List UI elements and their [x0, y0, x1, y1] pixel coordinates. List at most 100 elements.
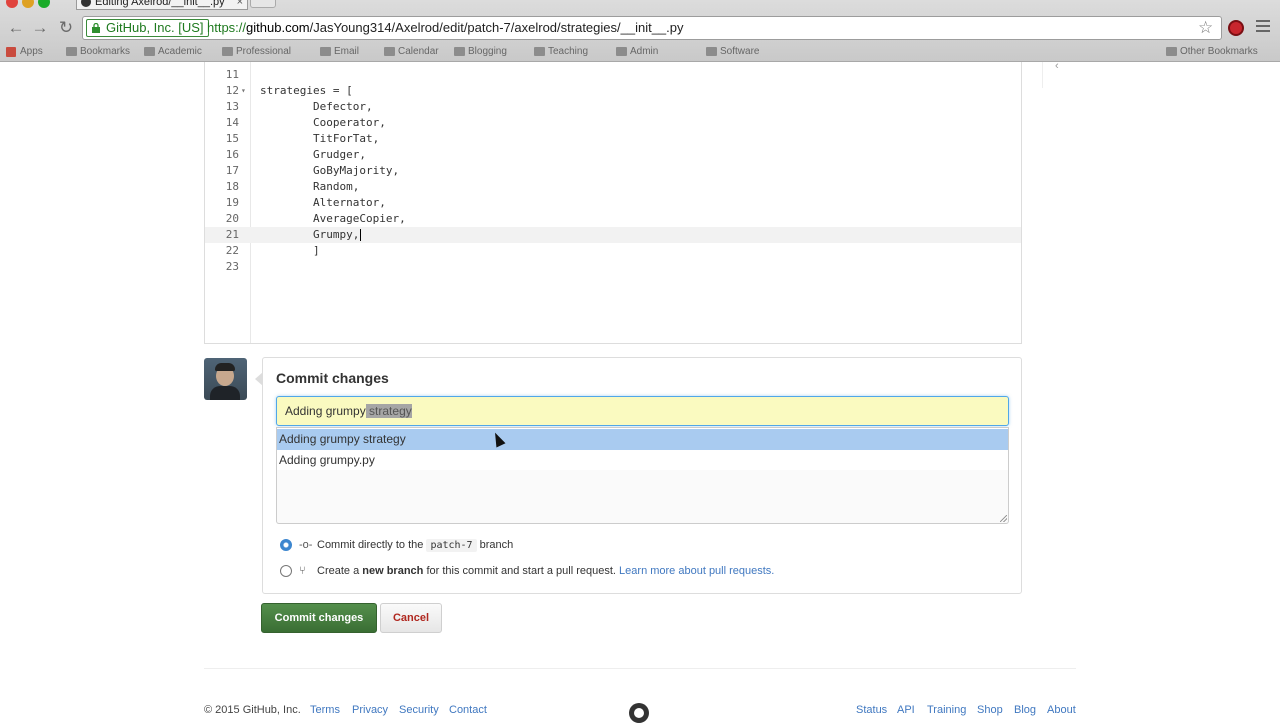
new-branch-radio[interactable] — [280, 565, 292, 577]
footer-link-privacy[interactable]: Privacy — [352, 704, 388, 716]
footer-link-security[interactable]: Security — [399, 704, 439, 716]
editor-side-panel: ‹ — [1042, 60, 1078, 88]
bookmark-item[interactable]: Teaching — [534, 45, 588, 59]
line-text: Cooperator, — [260, 116, 386, 129]
close-window-button[interactable] — [6, 0, 18, 8]
commit-direct-radio[interactable] — [280, 539, 292, 551]
browser-chrome: Editing Axelrod/__init__.py × ← → ↻ GitH… — [0, 0, 1280, 62]
code-line[interactable]: 16 Grudger, — [205, 147, 1021, 163]
bookmark-item[interactable]: Email — [320, 45, 359, 59]
forward-arrow-icon[interactable]: → — [30, 18, 50, 38]
code-line[interactable]: 21 Grumpy, — [205, 227, 1021, 243]
line-text: strategies = [ — [260, 84, 353, 97]
line-number: 19 — [225, 196, 239, 209]
autocomplete-option[interactable]: Adding grumpy strategy — [277, 429, 1008, 450]
minimize-window-button[interactable] — [22, 0, 34, 8]
resize-handle-icon[interactable] — [1000, 515, 1007, 522]
commit-changes-button[interactable]: Commit changes — [261, 603, 377, 633]
close-tab-icon[interactable]: × — [237, 0, 243, 9]
footer-link-api[interactable]: API — [897, 704, 915, 716]
url-text[interactable]: https://github.com/JasYoung314/Axelrod/e… — [207, 20, 684, 35]
extension-icon[interactable] — [1228, 20, 1244, 36]
user-avatar[interactable] — [204, 358, 247, 400]
code-line[interactable]: 22 ] — [205, 243, 1021, 259]
cancel-button[interactable]: Cancel — [380, 603, 442, 633]
line-number: 17 — [225, 164, 239, 177]
commit-direct-prefix: Commit directly to the — [317, 539, 424, 551]
commit-direct-suffix: branch — [479, 539, 514, 551]
code-line[interactable]: 17 GoByMajority, — [205, 163, 1021, 179]
bookmark-item-other[interactable]: Other Bookmarks — [1166, 45, 1258, 59]
bookmark-item[interactable]: Apps — [6, 45, 43, 59]
address-bar[interactable]: GitHub, Inc. [US] https://github.com/Jas… — [82, 16, 1222, 40]
fold-arrow-icon[interactable]: ▾ — [241, 83, 246, 99]
commit-summary-input[interactable]: Adding grumpy strategy — [276, 396, 1009, 426]
maximize-window-button[interactable] — [38, 0, 50, 8]
line-text: Grudger, — [260, 148, 366, 161]
line-text: TitForTat, — [260, 132, 380, 145]
new-branch-label: Create a new branch for this commit and … — [317, 563, 774, 579]
new-tab-button[interactable] — [250, 0, 276, 8]
browser-tab[interactable]: Editing Axelrod/__init__.py × — [76, 0, 248, 10]
commit-direct-label: Commit directly to the patch-7 branch — [317, 537, 513, 554]
line-number: 22 — [225, 244, 239, 257]
footer-copyright: © 2015 GitHub, Inc. — [204, 704, 301, 716]
footer-link-shop[interactable]: Shop — [977, 704, 1003, 716]
bookmark-item[interactable]: Professional — [222, 45, 291, 59]
github-logo-icon[interactable] — [629, 703, 649, 723]
bookmark-item[interactable]: Blogging — [454, 45, 507, 59]
new-branch-strong: new branch — [362, 565, 424, 577]
code-line[interactable]: 20 AverageCopier, — [205, 211, 1021, 227]
line-number: 18 — [225, 180, 239, 193]
footer-divider — [204, 668, 1076, 669]
bookmark-item[interactable]: Calendar — [384, 45, 439, 59]
footer-link-about[interactable]: About — [1047, 704, 1076, 716]
pull-requests-help-link[interactable]: Learn more about pull requests. — [619, 565, 774, 577]
autocomplete-option[interactable]: Adding grumpy.py — [277, 450, 1008, 471]
commit-description-textarea[interactable] — [276, 470, 1009, 524]
line-text: GoByMajority, — [260, 164, 400, 177]
reload-icon[interactable]: ↻ — [56, 18, 76, 38]
line-number: 20 — [225, 212, 239, 225]
bookmark-item[interactable]: Academic — [144, 45, 202, 59]
code-line[interactable]: 13 Defector, — [205, 99, 1021, 115]
url-scheme: https:// — [207, 20, 247, 35]
line-number: 14 — [225, 116, 239, 129]
footer-link-status[interactable]: Status — [856, 704, 887, 716]
commit-form-title: Commit changes — [276, 370, 389, 386]
new-branch-prefix: Create a — [317, 565, 360, 577]
code-line[interactable]: 14 Cooperator, — [205, 115, 1021, 131]
back-arrow-icon[interactable]: ← — [6, 18, 26, 38]
avatar-hair — [215, 363, 235, 371]
code-editor[interactable]: 11 12 ▾ strategies = [13 Defector, 14 Cooper… — [204, 62, 1022, 344]
line-number: 21 — [225, 228, 239, 241]
code-line[interactable]: 23 — [205, 259, 1021, 275]
url-host: github.com — [246, 20, 310, 35]
github-favicon-icon — [81, 0, 91, 7]
autocomplete-dropdown: Adding grumpy strategy Adding grumpy.py — [276, 427, 1009, 471]
bookmark-item[interactable]: Bookmarks — [66, 45, 130, 59]
line-text: Defector, — [260, 100, 373, 113]
branch-name: patch-7 — [426, 539, 477, 552]
bookmark-star-icon[interactable]: ☆ — [1198, 18, 1213, 38]
line-text: Alternator, — [260, 196, 386, 209]
code-line[interactable]: 19 Alternator, — [205, 195, 1021, 211]
bookmark-item[interactable]: Admin — [616, 45, 658, 59]
footer-link-blog[interactable]: Blog — [1014, 704, 1036, 716]
footer-link-terms[interactable]: Terms — [310, 704, 340, 716]
line-number: 11 — [225, 68, 239, 81]
code-line[interactable]: 12 ▾ strategies = [ — [205, 83, 1021, 99]
footer-link-training[interactable]: Training — [927, 704, 966, 716]
summary-typed-text: Adding grumpy — [285, 404, 366, 418]
code-line[interactable]: 15 TitForTat, — [205, 131, 1021, 147]
code-line[interactable]: 18 Random, — [205, 179, 1021, 195]
bookmark-item[interactable]: Software — [706, 45, 759, 59]
line-text: Random, — [260, 180, 360, 193]
browser-menu-icon[interactable] — [1256, 20, 1270, 34]
ev-certificate-badge[interactable]: GitHub, Inc. [US] — [86, 19, 209, 37]
code-line[interactable]: 11 — [205, 67, 1021, 83]
url-path: /JasYoung314/Axelrod/edit/patch-7/axelro… — [309, 20, 684, 35]
footer-link-contact[interactable]: Contact — [449, 704, 487, 716]
tab-strip: Editing Axelrod/__init__.py × — [0, 0, 1280, 10]
collapse-icon[interactable]: ‹ — [1055, 60, 1059, 72]
